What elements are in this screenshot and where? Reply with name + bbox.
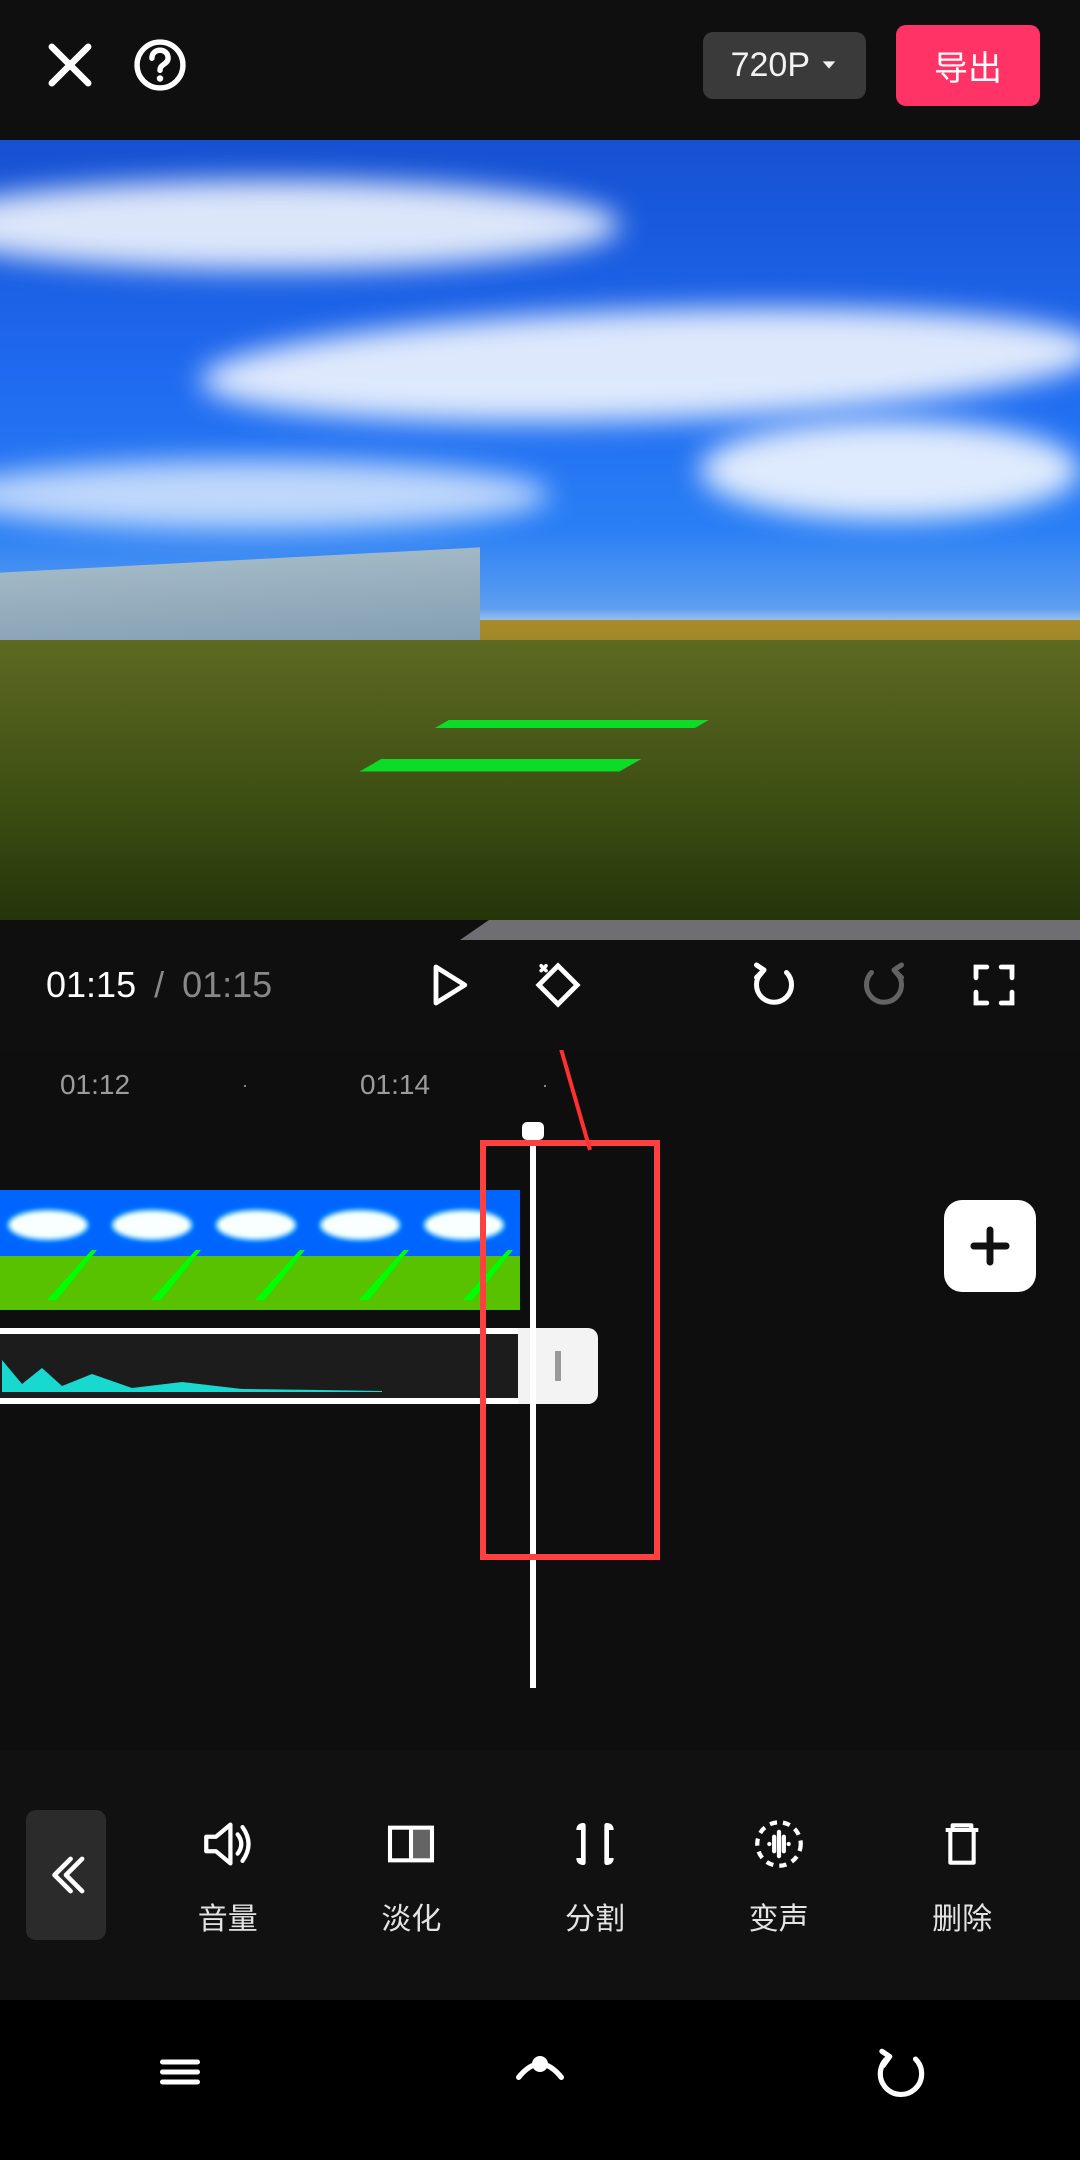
export-button[interactable]: 导出 — [896, 25, 1040, 106]
redo-icon[interactable] — [844, 945, 924, 1025]
audio-track[interactable] — [0, 1328, 520, 1404]
clip-thumbnail — [312, 1190, 416, 1310]
play-icon[interactable] — [408, 945, 488, 1025]
undo-icon[interactable] — [734, 945, 814, 1025]
ruler-tick: 01:12 — [20, 1069, 170, 1101]
fade-button[interactable]: 淡化 — [320, 1812, 504, 1938]
current-time: 01:15 — [46, 964, 136, 1006]
time-separator: / — [154, 964, 164, 1006]
delete-button[interactable]: 删除 — [870, 1812, 1054, 1938]
keyframe-icon[interactable] — [518, 945, 598, 1025]
fade-label: 淡化 — [381, 1894, 441, 1938]
annotation-box — [480, 1140, 660, 1560]
resolution-select[interactable]: 720P — [703, 32, 866, 99]
resolution-label: 720P — [731, 46, 810, 85]
voice-change-button[interactable]: 变声 — [687, 1812, 871, 1938]
ruler-dot: · — [470, 1075, 620, 1096]
ruler-dot: · — [170, 1075, 320, 1096]
export-label: 导出 — [934, 50, 1002, 88]
add-clip-button[interactable] — [944, 1200, 1036, 1292]
split-button[interactable]: 分割 — [503, 1812, 687, 1938]
volume-button[interactable]: 音量 — [136, 1812, 320, 1938]
close-icon[interactable] — [40, 35, 100, 95]
trash-icon — [930, 1812, 994, 1876]
timeline[interactable]: 01:12 · 01:14 · — [0, 1050, 1080, 1750]
fullscreen-icon[interactable] — [954, 945, 1034, 1025]
clip-thumbnail — [208, 1190, 312, 1310]
volume-icon — [196, 1812, 260, 1876]
voice-icon — [747, 1812, 811, 1876]
toolbar-back-button[interactable] — [26, 1810, 106, 1940]
voice-label: 变声 — [749, 1894, 809, 1938]
nav-home-icon[interactable] — [495, 2027, 585, 2117]
video-track[interactable] — [0, 1190, 520, 1310]
volume-label: 音量 — [198, 1894, 258, 1938]
nav-menu-icon[interactable] — [135, 2027, 225, 2117]
clip-thumbnail — [0, 1190, 104, 1310]
split-icon — [563, 1812, 627, 1876]
time-ruler: 01:12 · 01:14 · — [0, 1050, 1080, 1120]
audio-waveform — [2, 1356, 382, 1392]
nav-back-icon[interactable] — [855, 2027, 945, 2117]
clip-thumbnail — [104, 1190, 208, 1310]
help-icon[interactable] — [130, 35, 190, 95]
total-time: 01:15 — [182, 964, 272, 1006]
ruler-tick: 01:14 — [320, 1069, 470, 1101]
split-label: 分割 — [565, 1894, 625, 1938]
video-preview[interactable] — [0, 140, 1080, 920]
delete-label: 删除 — [932, 1894, 992, 1938]
fade-icon — [379, 1812, 443, 1876]
